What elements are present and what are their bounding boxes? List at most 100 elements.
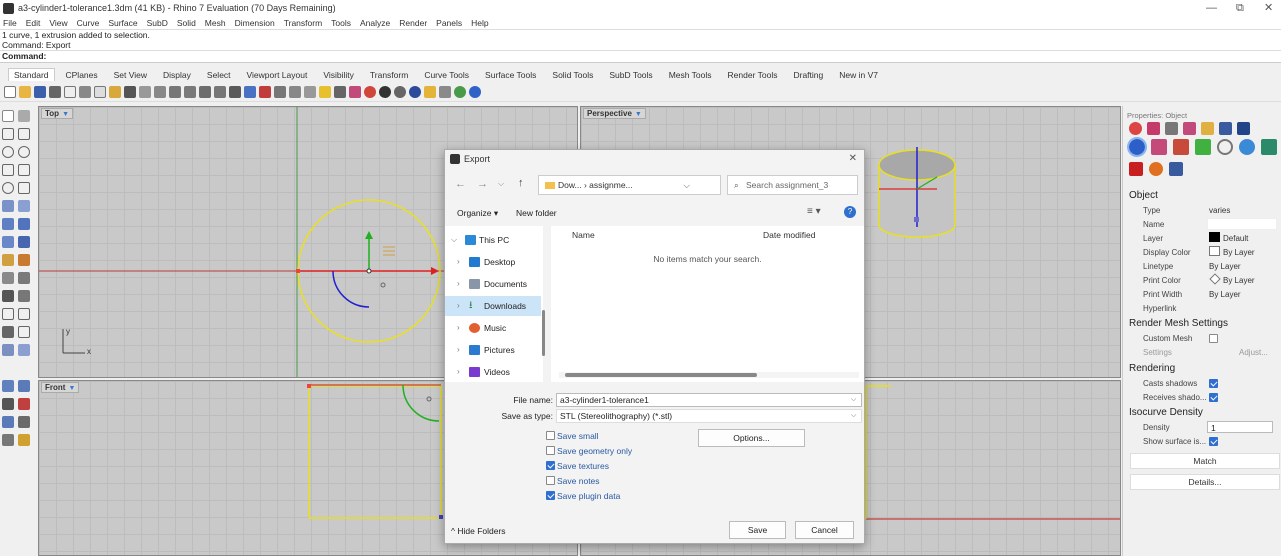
viewport-layout-icon[interactable] (244, 85, 256, 98)
render-settings-icon[interactable] (1169, 162, 1183, 176)
save-notes-checkbox[interactable] (546, 476, 555, 485)
curve-icon[interactable] (18, 128, 30, 140)
misc-tools-icon[interactable] (18, 434, 30, 446)
up-arrow-icon[interactable]: ↑ (518, 177, 524, 189)
menu-analyze[interactable]: Analyze (360, 18, 390, 28)
color-wheel-icon[interactable] (1127, 137, 1147, 157)
lock-icon[interactable] (334, 85, 346, 98)
viewport-label-perspective[interactable]: Perspective ▼ (583, 108, 646, 119)
mesh-icon[interactable] (2, 236, 14, 248)
polyline-icon[interactable] (2, 128, 14, 140)
chevron-down-icon[interactable]: ⌵ (451, 230, 457, 250)
circle-icon[interactable] (2, 146, 14, 158)
analyze-icon[interactable] (2, 380, 14, 392)
named-view-icon[interactable] (274, 85, 286, 98)
menu-file[interactable]: File (3, 18, 17, 28)
tab-visibility[interactable]: Visibility (318, 69, 359, 81)
shut-lining-icon[interactable] (1239, 139, 1255, 155)
show-surface-isocurves-checkbox[interactable] (1209, 437, 1218, 446)
chevron-right-icon[interactable]: › (457, 252, 460, 272)
file-name-input[interactable]: a3-cylinder1-tolerance1 (556, 393, 862, 407)
forward-arrow-icon[interactable]: → (477, 178, 488, 190)
color-wheel-icon[interactable] (364, 85, 376, 98)
polygon-icon[interactable] (18, 164, 30, 176)
explode-icon[interactable] (18, 308, 30, 320)
trim-icon[interactable] (2, 290, 14, 302)
menu-edit[interactable]: Edit (26, 18, 41, 28)
tab-cplanes[interactable]: CPlanes (61, 69, 103, 81)
match-button[interactable]: Match (1130, 453, 1280, 469)
tab-display[interactable]: Display (158, 69, 196, 81)
chevron-down-icon[interactable]: ▼ (62, 111, 69, 118)
image-icon[interactable] (1219, 122, 1232, 135)
casts-shadows-checkbox[interactable] (1209, 379, 1218, 388)
save-geometry-only-checkbox[interactable] (546, 446, 555, 455)
menu-render[interactable]: Render (399, 18, 427, 28)
select-arrow-icon[interactable] (2, 110, 14, 122)
tab-drafting[interactable]: Drafting (788, 69, 828, 81)
minimize-button[interactable]: — (1206, 0, 1217, 16)
restore-button[interactable]: ⧉ (1236, 0, 1244, 16)
tab-solid-tools[interactable]: Solid Tools (547, 69, 598, 81)
import-icon[interactable] (64, 85, 76, 98)
bell-icon[interactable] (1237, 122, 1250, 135)
group-icon[interactable] (18, 344, 30, 356)
column-header-name[interactable]: Name (572, 230, 595, 240)
gumball-icon[interactable] (439, 85, 451, 98)
menu-curve[interactable]: Curve (77, 18, 100, 28)
tree-item-music[interactable]: › Music (445, 318, 541, 338)
menu-surface[interactable]: Surface (108, 18, 137, 28)
tab-curve-tools[interactable]: Curve Tools (419, 69, 474, 81)
tree-item-desktop[interactable]: › Desktop (445, 252, 541, 272)
zoom-window-icon[interactable] (184, 85, 196, 98)
save-notes-label[interactable]: Save notes (557, 476, 600, 486)
save-icon[interactable] (34, 85, 46, 98)
render-icon[interactable] (409, 85, 421, 98)
edge-softening-icon[interactable] (1129, 162, 1143, 176)
column-header-date[interactable]: Date modified (763, 230, 815, 240)
save-textures-checkbox[interactable] (546, 461, 555, 470)
light-bulb-icon[interactable] (319, 85, 331, 98)
menu-mesh[interactable]: Mesh (205, 18, 226, 28)
print-icon[interactable] (49, 85, 61, 98)
print-width-value[interactable]: By Layer (1209, 290, 1241, 299)
arc-icon[interactable] (18, 146, 30, 158)
tree-item-videos[interactable]: › Videos (445, 362, 541, 382)
name-field[interactable] (1207, 218, 1277, 230)
history-icon[interactable] (2, 434, 14, 446)
chevron-right-icon[interactable]: › (457, 318, 460, 338)
rotate-view-icon[interactable] (154, 85, 166, 98)
chevron-right-icon[interactable]: › (457, 296, 460, 316)
subd-icon[interactable] (18, 236, 30, 248)
extrude-icon[interactable] (2, 272, 14, 284)
shaded-sphere-icon[interactable] (379, 85, 391, 98)
tree-item-documents[interactable]: › Documents (445, 274, 541, 294)
thickness-icon[interactable] (1261, 139, 1277, 155)
decal-icon[interactable] (1173, 139, 1189, 155)
chevron-right-icon[interactable]: › (457, 274, 460, 294)
layer-icon[interactable] (349, 85, 361, 98)
view-options-icon[interactable]: ≡ ▾ (807, 206, 821, 217)
open-folder-icon[interactable] (19, 85, 31, 98)
zoom-extents-icon[interactable] (199, 85, 211, 98)
chevron-down-icon[interactable]: ⌵ (498, 179, 504, 189)
menu-help[interactable]: Help (471, 18, 488, 28)
tab-standard[interactable]: Standard (8, 68, 55, 81)
texture-icon[interactable] (1183, 122, 1196, 135)
menu-view[interactable]: View (49, 18, 67, 28)
save-as-type-select[interactable]: STL (Stereolithography) (*.stl) (556, 409, 862, 423)
options-button[interactable]: Options... (698, 429, 805, 447)
check-icon[interactable] (18, 416, 30, 428)
select-icon[interactable] (289, 85, 301, 98)
copy-icon[interactable] (94, 85, 106, 98)
cut-icon[interactable] (79, 85, 91, 98)
dimension-icon[interactable] (18, 326, 30, 338)
loft-icon[interactable] (18, 200, 30, 212)
paint-brush-icon[interactable] (1151, 139, 1167, 155)
split-icon[interactable] (18, 290, 30, 302)
tab-render-tools[interactable]: Render Tools (723, 69, 783, 81)
array-icon[interactable] (2, 344, 14, 356)
free-curve-icon[interactable] (18, 182, 30, 194)
menu-dimension[interactable]: Dimension (235, 18, 275, 28)
tab-select[interactable]: Select (202, 69, 236, 81)
